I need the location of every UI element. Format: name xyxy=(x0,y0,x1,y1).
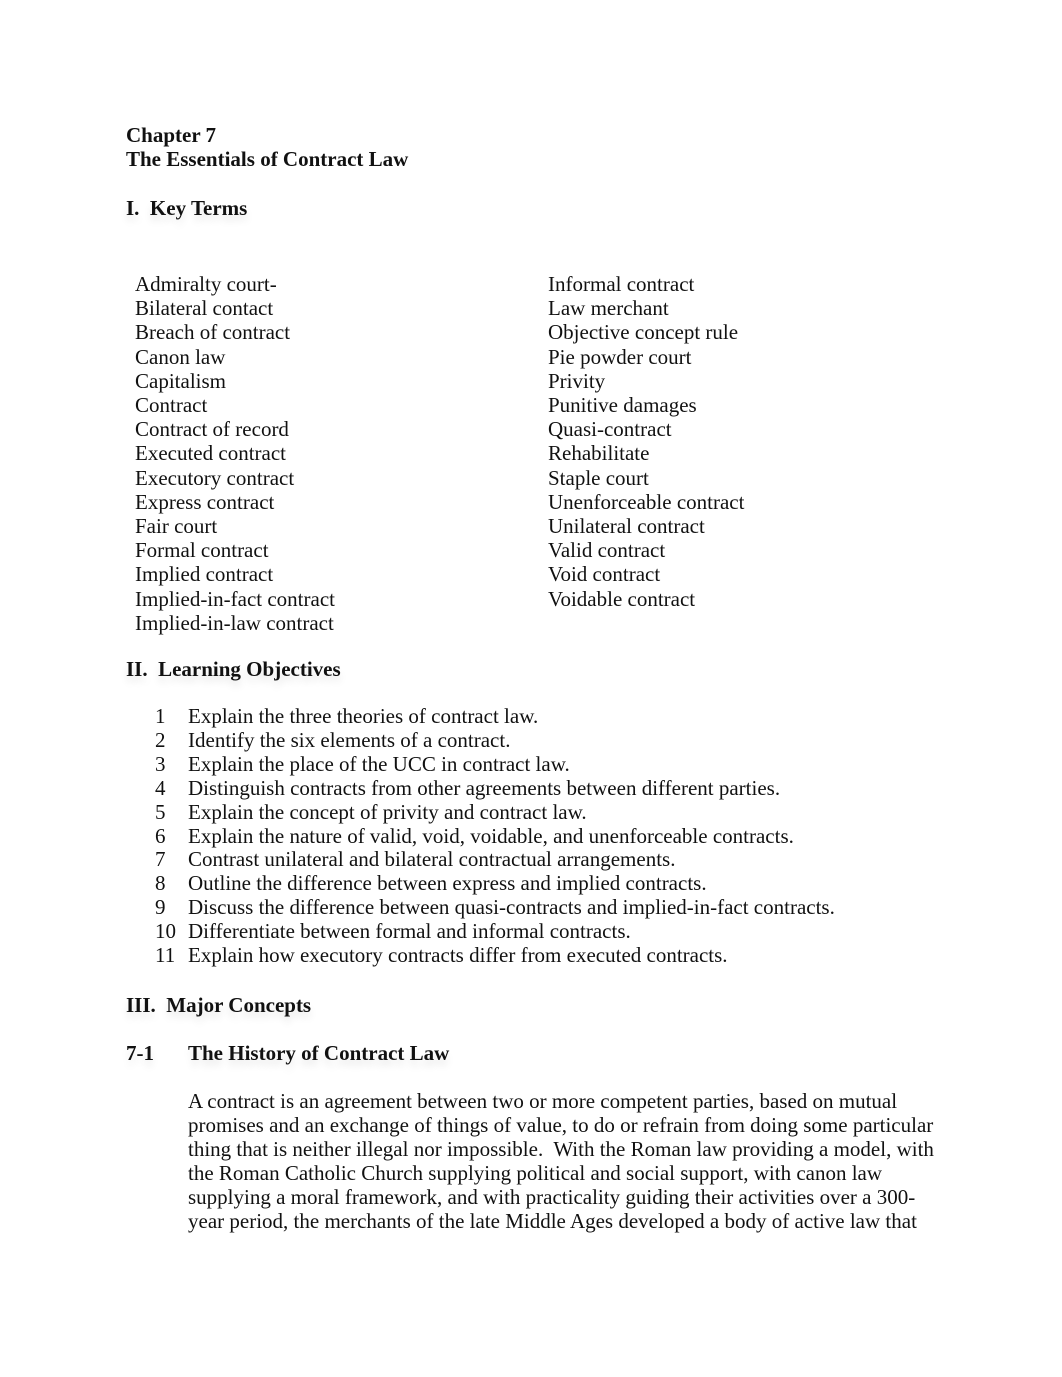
subsection-title: The History of Contract Law xyxy=(188,1041,450,1065)
objective-text: Explain the three theories of contract l… xyxy=(188,704,539,728)
objective-item: 7 Contrast unilateral and bilateral contr… xyxy=(155,848,835,872)
key-term: Informal contract xyxy=(548,272,695,296)
key-term: Unenforceable contract xyxy=(548,489,745,514)
key-term: Voidable contract xyxy=(548,586,696,611)
objective-number: 4 xyxy=(155,775,166,800)
objective-number: 10 xyxy=(155,919,176,944)
key-term: Objective concept rule xyxy=(548,320,739,345)
key-term: Unilateral contract xyxy=(548,514,705,539)
objective-item: 3 Explain the place of the UCC in contrac… xyxy=(155,751,835,777)
objective-item: 11 Explain how executory contracts differ… xyxy=(155,943,835,968)
objective-text: Distinguish contracts from other agreeme… xyxy=(188,775,781,800)
objective-text: Outline the difference between express a… xyxy=(188,871,707,896)
paragraph-line: the Roman Catholic Church supplying poli… xyxy=(188,1161,883,1186)
paragraph-line: promises and an exchange of things of va… xyxy=(188,1113,934,1138)
chapter-title-block: Chapter 7 The Essentials of Contract Law xyxy=(126,123,409,171)
subsection-number: 7-1 xyxy=(126,1041,154,1065)
paragraph-line: A contract is an agreement between two o… xyxy=(188,1089,898,1113)
key-term: Executory contract xyxy=(135,465,295,490)
paragraph-line: year period, the merchants of the late M… xyxy=(188,1209,917,1234)
objective-text: Discuss the difference between quasi-con… xyxy=(188,895,835,920)
objective-text: Explain how executory contracts differ f… xyxy=(188,943,728,968)
objective-item: 9 Discuss the difference between quasi-co… xyxy=(155,895,835,920)
key-term: Void contract xyxy=(548,562,661,587)
key-term: Quasi-contract xyxy=(548,417,672,442)
objective-number: 3 xyxy=(155,751,166,776)
chapter-title: The Essentials of Contract Law xyxy=(126,146,409,171)
objective-item: 2 Identify the six elements of a contract… xyxy=(155,727,835,753)
paragraph-line: supplying a moral framework, and with pr… xyxy=(188,1185,916,1210)
objective-number: 8 xyxy=(155,871,166,896)
key-term: Express contract xyxy=(135,489,275,514)
objective-text: Explain the place of the UCC in contract… xyxy=(188,751,570,776)
key-term: Executed contract xyxy=(135,441,286,466)
objective-number: 1 xyxy=(155,704,166,728)
subsection-heading: 7-1 The History of Contract Law xyxy=(126,1041,449,1065)
objective-number: 6 xyxy=(155,823,166,848)
key-term: Admiralty court- xyxy=(135,272,277,296)
key-term: Implied-in-fact contract xyxy=(135,586,335,611)
paragraph-line: thing that is neither illegal nor imposs… xyxy=(188,1137,934,1162)
section-heading-major-concepts: III. Major Concepts xyxy=(126,993,312,1017)
key-term: Staple court xyxy=(548,465,649,490)
key-terms-left-column: Admiralty court- Bilateral contact Breac… xyxy=(135,272,335,635)
key-term: Contract of record xyxy=(135,417,289,442)
objective-item: 10 Differentiate between formal and infor… xyxy=(155,919,835,944)
chapter-label: Chapter 7 xyxy=(126,123,217,147)
key-term: Capitalism xyxy=(135,368,226,393)
key-term: Valid contract xyxy=(548,538,666,563)
key-term: Rehabilitate xyxy=(548,441,650,466)
key-term: Formal contract xyxy=(135,538,269,563)
key-term: Bilateral contact xyxy=(135,296,274,321)
key-term: Pie powder court xyxy=(548,344,692,369)
objective-number: 2 xyxy=(155,727,166,752)
key-term: Contract xyxy=(135,393,208,418)
objective-text: Contrast unilateral and bilateral contra… xyxy=(188,847,676,872)
section-heading-learning-objectives: II. Learning Objectives xyxy=(126,657,341,681)
key-term: Breach of contract xyxy=(135,320,291,345)
objective-text: Explain the nature of valid, void, voida… xyxy=(188,823,794,848)
objective-number: 5 xyxy=(155,799,166,824)
objective-number: 7 xyxy=(155,847,166,872)
objective-number: 11 xyxy=(155,943,176,968)
objective-item: 5 Explain the concept of privity and cont… xyxy=(155,799,835,825)
objective-item: 4 Distinguish contracts from other agreem… xyxy=(155,775,835,801)
key-term: Privity xyxy=(548,368,606,393)
key-terms-right-column: Informal contract Law merchant Objective… xyxy=(548,272,744,611)
key-term: Fair court xyxy=(135,514,218,539)
objective-item: 1 Explain the three theories of contract … xyxy=(155,704,835,729)
learning-objectives-list: 1 Explain the three theories of contract … xyxy=(155,704,835,968)
objective-text: Identify the six elements of a contract. xyxy=(188,727,511,752)
body-paragraph: A contract is an agreement between two o… xyxy=(188,1089,938,1234)
objective-text: Explain the concept of privity and contr… xyxy=(188,799,587,824)
section-heading-key-terms: I. Key Terms xyxy=(126,196,248,220)
key-term: Implied-in-law contract xyxy=(135,610,334,635)
key-term: Canon law xyxy=(135,344,226,369)
objective-number: 9 xyxy=(155,895,166,920)
objective-text: Differentiate between formal and informa… xyxy=(188,919,631,944)
key-term: Punitive damages xyxy=(548,393,697,418)
key-term: Implied contract xyxy=(135,562,274,587)
document-page: Chapter 7 The Essentials of Contract Law… xyxy=(0,0,1062,1377)
key-term: Law merchant xyxy=(548,296,669,321)
objective-item: 6 Explain the nature of valid, void, void… xyxy=(155,823,835,849)
objective-item: 8 Outline the difference between express … xyxy=(155,871,835,896)
